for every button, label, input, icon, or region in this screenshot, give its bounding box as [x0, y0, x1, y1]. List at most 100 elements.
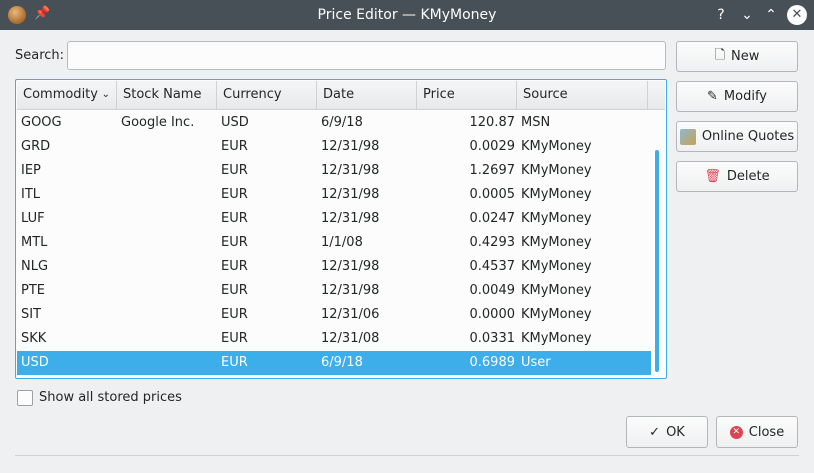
cell-date: 12/31/08 [321, 331, 380, 346]
close-circle-icon: ✕ [729, 425, 743, 439]
show-all-stored-prices-checkbox[interactable] [17, 390, 33, 406]
column-header-date[interactable]: Date [317, 81, 417, 109]
checkmark-icon: ✓ [649, 424, 661, 440]
cell-commodity: MTL [21, 235, 48, 250]
table-row[interactable]: NLG EUR 12/31/98 0.4537 KMyMoney [17, 255, 651, 279]
cell-source: KMyMoney [521, 259, 592, 274]
table-header: Commodity ⌄ Stock Name Currency Date Pri… [17, 81, 665, 110]
cell-currency: EUR [221, 283, 248, 298]
cell-price: 0.0049 [469, 283, 516, 298]
cell-date: 1/1/08 [321, 235, 363, 250]
online-quotes-button[interactable]: Online Quotes [676, 121, 798, 152]
cell-commodity: SKK [21, 331, 47, 346]
cell-commodity: ITL [21, 187, 41, 202]
show-all-stored-prices-label[interactable]: Show all stored prices [39, 390, 182, 405]
online-quotes-button-label: Online Quotes [701, 129, 795, 144]
cell-commodity: IEP [21, 163, 41, 178]
table-row[interactable]: LUF EUR 12/31/98 0.0247 KMyMoney [17, 207, 651, 231]
cell-date: 6/9/18 [321, 115, 363, 130]
cell-source: KMyMoney [521, 163, 592, 178]
cell-source: User [521, 355, 551, 370]
cell-commodity: NLG [21, 259, 49, 274]
cell-commodity: LUF [21, 211, 45, 226]
chevron-down-icon: ⌄ [101, 89, 110, 100]
cell-date: 12/31/98 [321, 211, 380, 226]
cell-date: 6/9/18 [321, 355, 363, 370]
cell-price: 0.0000 [469, 307, 516, 322]
column-header-stock-name[interactable]: Stock Name [117, 81, 217, 109]
search-label: Search: [15, 48, 65, 63]
table-row[interactable]: GRD EUR 12/31/98 0.0029 KMyMoney [17, 135, 651, 159]
new-button-label: New [731, 49, 760, 64]
column-header-commodity[interactable]: Commodity ⌄ [17, 81, 117, 109]
cell-source: KMyMoney [521, 331, 592, 346]
column-header-currency[interactable]: Currency [217, 81, 317, 109]
cell-price: 1.2697 [469, 163, 516, 178]
window-title: Price Editor — KMyMoney [317, 7, 497, 23]
cell-currency: EUR [221, 259, 248, 274]
online-quotes-icon [679, 128, 696, 145]
maximize-button[interactable]: ⌃ [761, 5, 781, 25]
cell-source: MSN [521, 115, 551, 130]
table-row[interactable]: SKK EUR 12/31/08 0.0331 KMyMoney [17, 327, 651, 351]
table-row[interactable]: ITL EUR 12/31/98 0.0005 KMyMoney [17, 183, 651, 207]
column-header-source[interactable]: Source [517, 81, 648, 109]
cell-price: 0.0029 [469, 139, 516, 154]
delete-button[interactable]: 🗑 Delete [676, 161, 798, 192]
cell-date: 12/31/98 [321, 283, 380, 298]
title-bar: 📌 Price Editor — KMyMoney ? ⌄ ⌃ ✕ [0, 0, 814, 30]
table-row[interactable]: PTE EUR 12/31/98 0.0049 KMyMoney [17, 279, 651, 303]
vertical-scrollbar[interactable] [652, 110, 664, 378]
cell-price: 0.0005 [469, 187, 516, 202]
cell-price: 0.6989 [469, 355, 516, 370]
close-button[interactable]: ✕ Close [716, 416, 798, 448]
search-input[interactable] [67, 41, 666, 70]
bottom-separator [15, 455, 799, 456]
cell-source: KMyMoney [521, 211, 592, 226]
cell-price: 0.0331 [469, 331, 516, 346]
modify-button-label: Modify [723, 89, 767, 104]
cell-commodity: PTE [21, 283, 45, 298]
cell-price: 0.4537 [469, 259, 516, 274]
table-row[interactable]: GOOG Google Inc. USD 6/9/18 120.87 MSN [17, 111, 651, 135]
trash-icon: 🗑 [704, 169, 721, 184]
scrollbar-thumb[interactable] [655, 150, 659, 372]
cell-currency: EUR [221, 331, 248, 346]
table-row[interactable]: USD EUR 6/9/18 0.6989 User [17, 351, 651, 375]
table-row[interactable]: IEP EUR 12/31/98 1.2697 KMyMoney [17, 159, 651, 183]
cell-source: KMyMoney [521, 235, 592, 250]
cell-commodity: GRD [21, 139, 51, 154]
ok-button-label: OK [666, 424, 685, 440]
delete-button-label: Delete [726, 169, 770, 184]
edit-pencil-icon: ✎ [707, 89, 718, 104]
cell-currency: EUR [221, 187, 248, 202]
cell-source: KMyMoney [521, 307, 592, 322]
help-button[interactable]: ? [711, 5, 731, 25]
column-header-price[interactable]: Price [417, 81, 517, 109]
price-table[interactable]: Commodity ⌄ Stock Name Currency Date Pri… [15, 79, 667, 379]
cell-price: 0.4293 [469, 235, 516, 250]
cell-date: 12/31/98 [321, 187, 380, 202]
cell-currency: USD [221, 115, 249, 130]
cell-currency: EUR [221, 211, 248, 226]
cell-date: 12/31/98 [321, 259, 380, 274]
modify-button[interactable]: ✎ Modify [676, 81, 798, 112]
cell-source: KMyMoney [521, 187, 592, 202]
cell-date: 12/31/98 [321, 139, 380, 154]
ok-button[interactable]: ✓ OK [626, 416, 708, 448]
cell-price: 0.0247 [469, 211, 516, 226]
minimize-button[interactable]: ⌄ [737, 5, 757, 25]
cell-commodity: SIT [21, 307, 42, 322]
cell-commodity: GOOG [21, 115, 62, 130]
new-button[interactable]: 🗋 New [676, 41, 798, 72]
cell-currency: EUR [221, 235, 248, 250]
table-row[interactable]: SIT EUR 12/31/06 0.0000 KMyMoney [17, 303, 651, 327]
close-window-button[interactable]: ✕ [787, 5, 807, 25]
cell-source: KMyMoney [521, 139, 592, 154]
cell-price: 120.87 [469, 115, 516, 130]
cell-date: 12/31/98 [321, 163, 380, 178]
cell-date: 12/31/06 [321, 307, 380, 322]
cell-currency: EUR [221, 139, 248, 154]
table-row[interactable]: MTL EUR 1/1/08 0.4293 KMyMoney [17, 231, 651, 255]
cell-currency: EUR [221, 163, 248, 178]
